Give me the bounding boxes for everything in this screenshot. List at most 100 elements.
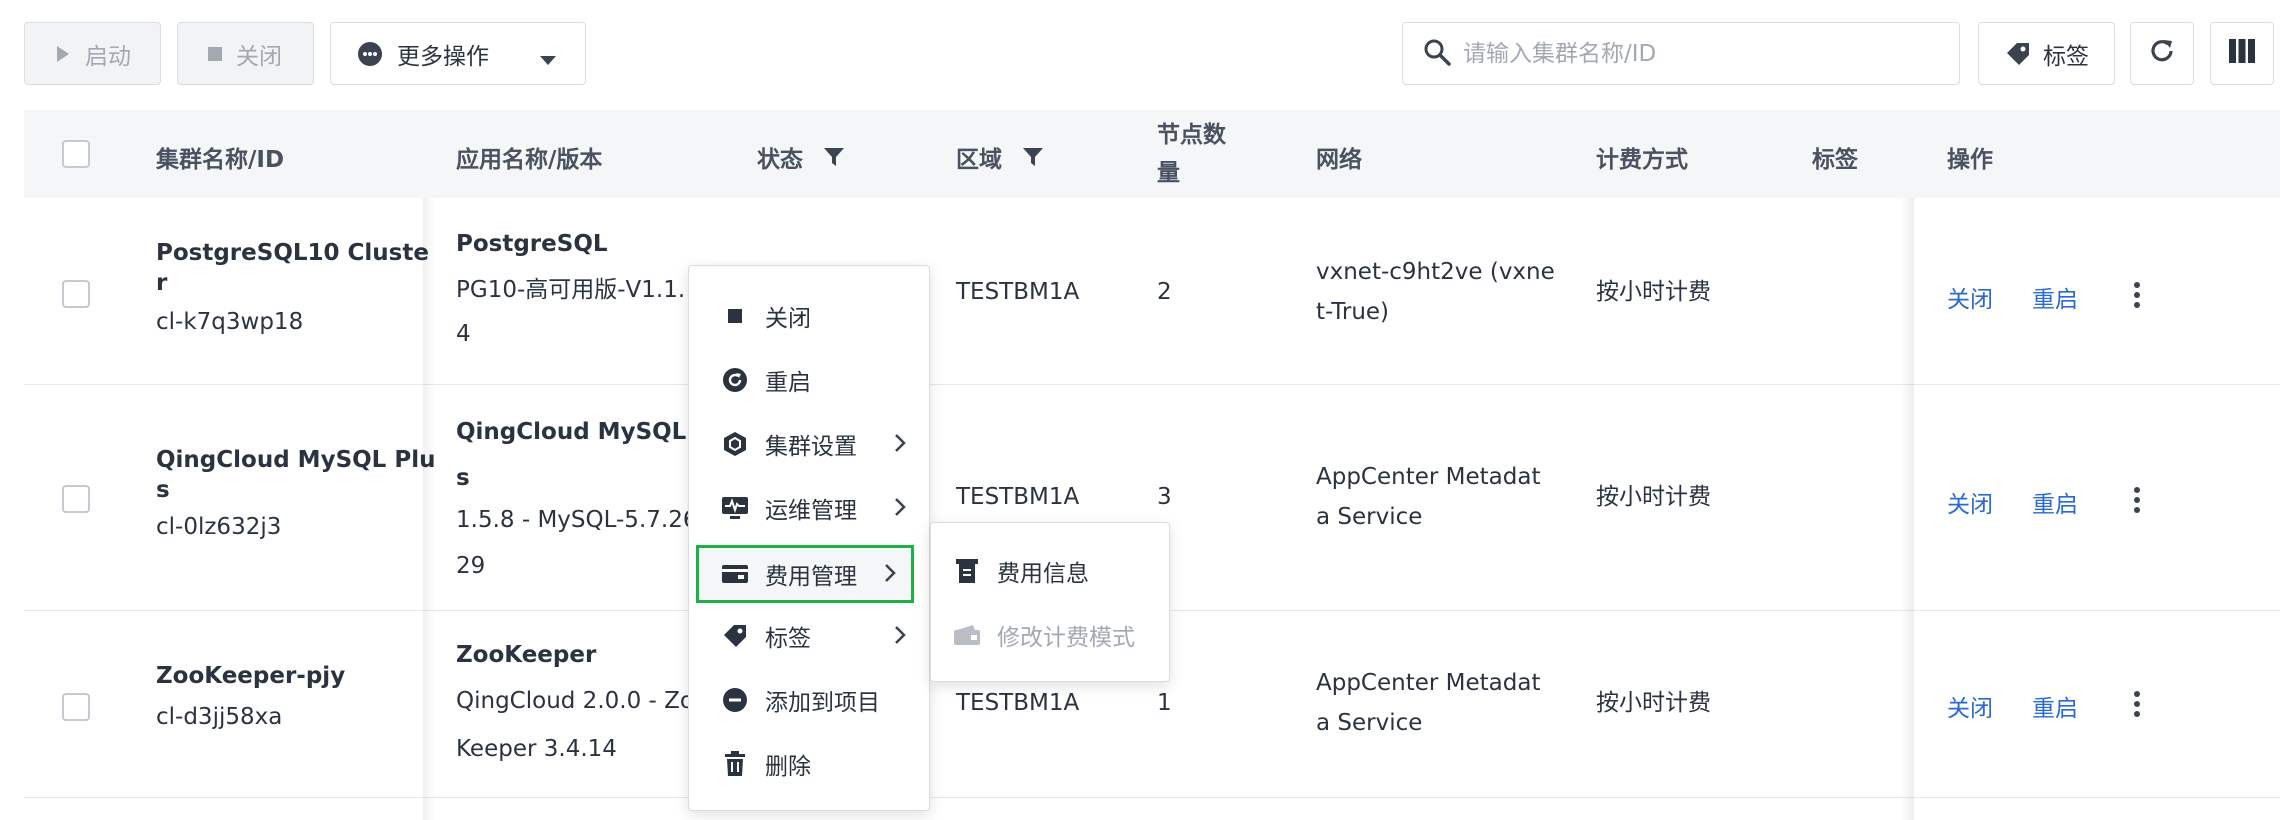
header-network: 网络 bbox=[1316, 147, 1362, 173]
chevron-right-icon bbox=[893, 432, 907, 460]
wallet-icon bbox=[953, 621, 981, 649]
submenu-item-change-billing-mode: 修改计费模式 bbox=[931, 609, 1171, 661]
refresh-icon bbox=[2147, 36, 2177, 72]
menu-item-tags[interactable]: 标签 bbox=[699, 610, 921, 662]
menu-item-label: 添加到项目 bbox=[765, 690, 880, 716]
billing-mode: 按小时计费 bbox=[1596, 690, 1711, 716]
select-all-checkbox[interactable] bbox=[62, 140, 90, 168]
close-action-link[interactable]: 关闭 bbox=[1947, 689, 1993, 723]
search-input[interactable] bbox=[1463, 40, 1943, 67]
close-action-link[interactable]: 关闭 bbox=[1947, 280, 1993, 314]
header-billing: 计费方式 bbox=[1596, 147, 1688, 173]
node-count: 1 bbox=[1157, 690, 1172, 716]
header-region: 区域 bbox=[956, 140, 1044, 174]
menu-item-label: 重启 bbox=[765, 370, 811, 396]
menu-item-delete[interactable]: 删除 bbox=[699, 738, 921, 790]
restart-action-link[interactable]: 重启 bbox=[2032, 485, 2078, 519]
wallet-icon bbox=[721, 560, 749, 588]
menu-item-label: 删除 bbox=[765, 754, 811, 780]
header-app: 应用名称/版本 bbox=[456, 147, 603, 173]
region: TESTBM1A bbox=[956, 279, 1080, 305]
tag-icon bbox=[721, 622, 749, 650]
add-to-project-icon bbox=[721, 686, 749, 714]
region: TESTBM1A bbox=[956, 690, 1080, 716]
menu-item-ops-management[interactable]: 运维管理 bbox=[699, 482, 921, 534]
submenu-item-billing-info[interactable]: 费用信息 bbox=[931, 545, 1171, 597]
chevron-right-icon bbox=[893, 624, 907, 652]
search-icon bbox=[1423, 38, 1451, 70]
app-version: PG10-高可用版-V1.1. 4 bbox=[456, 277, 686, 347]
restart-action-link[interactable]: 重启 bbox=[2032, 689, 2078, 723]
cluster-name-link[interactable]: QingCloud MySQL Plu s bbox=[156, 445, 435, 505]
row-checkbox[interactable] bbox=[62, 485, 90, 513]
node-count: 3 bbox=[1157, 484, 1172, 510]
tags-button[interactable]: 标签 bbox=[1978, 22, 2115, 85]
billing-mode: 按小时计费 bbox=[1596, 279, 1711, 305]
more-circle-icon bbox=[357, 41, 383, 67]
network: AppCenter Metadat a Service bbox=[1316, 670, 1541, 736]
close-button-label: 关闭 bbox=[236, 43, 282, 70]
table-header: 集群名称/ID 应用名称/版本 状态 区域 节点数量 网络 计费方式 标签 操作 bbox=[24, 110, 2280, 198]
more-actions-icon[interactable] bbox=[2134, 691, 2140, 717]
network: vxnet-c9ht2ve (vxne t-True) bbox=[1316, 259, 1555, 325]
menu-item-cluster-settings[interactable]: 集群设置 bbox=[699, 418, 921, 470]
refresh-button[interactable] bbox=[2130, 22, 2194, 85]
close-button[interactable]: 关闭 bbox=[177, 22, 314, 85]
more-actions-icon[interactable] bbox=[2134, 487, 2140, 513]
menu-item-label: 集群设置 bbox=[765, 434, 857, 460]
context-menu: 关闭 重启 集群设置 运维管理 费用管理 标签 添加到项目 删除 bbox=[688, 265, 930, 811]
stop-icon bbox=[208, 46, 222, 61]
more-actions-dropdown[interactable]: 更多操作 bbox=[330, 22, 586, 85]
row-checkbox[interactable] bbox=[62, 693, 90, 721]
caret-down-icon bbox=[539, 47, 557, 73]
status-filter-icon[interactable] bbox=[823, 146, 845, 168]
search-box[interactable] bbox=[1402, 22, 1960, 85]
cluster-id: cl-k7q3wp18 bbox=[156, 309, 304, 335]
app-name: PostgreSQL bbox=[456, 231, 608, 257]
header-status-label: 状态 bbox=[757, 147, 803, 173]
header-name: 集群名称/ID bbox=[156, 147, 285, 173]
app-name: ZooKeeper bbox=[456, 642, 597, 668]
header-tags: 标签 bbox=[1812, 147, 1858, 173]
cluster-name-link[interactable]: PostgreSQL10 Cluste r bbox=[156, 238, 429, 298]
header-actions: 操作 bbox=[1947, 147, 1993, 173]
restart-action-link[interactable]: 重启 bbox=[2032, 280, 2078, 314]
header-status: 状态 bbox=[757, 140, 845, 174]
columns-icon bbox=[2228, 38, 2256, 70]
cluster-name-link[interactable]: ZooKeeper-pjy bbox=[156, 661, 345, 691]
close-action-link[interactable]: 关闭 bbox=[1947, 485, 1993, 519]
submenu-item-label: 费用信息 bbox=[997, 561, 1089, 587]
menu-item-label: 费用管理 bbox=[765, 564, 857, 590]
submenu-item-label: 修改计费模式 bbox=[997, 625, 1135, 651]
menu-item-billing-management[interactable]: 费用管理 bbox=[696, 545, 914, 603]
restart-icon bbox=[721, 366, 749, 394]
start-button[interactable]: 启动 bbox=[24, 22, 161, 85]
table-row: PostgreSQL10 Cluste r cl-k7q3wp18 Postgr… bbox=[24, 198, 2280, 385]
more-actions-label: 更多操作 bbox=[397, 43, 489, 70]
app-version: 1.5.8 - MySQL-5.7.26- 29 bbox=[456, 507, 706, 579]
network: AppCenter Metadat a Service bbox=[1316, 464, 1541, 530]
billing-submenu: 费用信息 修改计费模式 bbox=[930, 522, 1170, 682]
fixed-column-shadow bbox=[1900, 198, 1914, 820]
play-icon bbox=[55, 45, 71, 63]
fixed-column-shadow bbox=[423, 198, 435, 820]
chevron-right-icon bbox=[893, 496, 907, 524]
menu-item-add-to-project[interactable]: 添加到项目 bbox=[699, 674, 921, 726]
menu-item-label: 运维管理 bbox=[765, 498, 857, 524]
cluster-id: cl-0lz632j3 bbox=[156, 514, 282, 540]
billing-mode: 按小时计费 bbox=[1596, 484, 1711, 510]
menu-item-label: 关闭 bbox=[765, 306, 811, 332]
more-actions-icon[interactable] bbox=[2134, 282, 2140, 308]
header-region-label: 区域 bbox=[956, 147, 1002, 173]
tags-button-label: 标签 bbox=[2043, 43, 2089, 70]
menu-item-close[interactable]: 关闭 bbox=[699, 290, 921, 342]
trash-icon bbox=[721, 750, 749, 778]
header-nodes: 节点数量 bbox=[1157, 122, 1226, 186]
menu-item-label: 标签 bbox=[765, 626, 811, 652]
menu-item-restart[interactable]: 重启 bbox=[699, 354, 921, 406]
start-button-label: 启动 bbox=[85, 43, 131, 70]
column-settings-button[interactable] bbox=[2210, 22, 2274, 85]
row-checkbox[interactable] bbox=[62, 280, 90, 308]
region-filter-icon[interactable] bbox=[1022, 146, 1044, 168]
cluster-id: cl-d3jj58xa bbox=[156, 704, 283, 730]
